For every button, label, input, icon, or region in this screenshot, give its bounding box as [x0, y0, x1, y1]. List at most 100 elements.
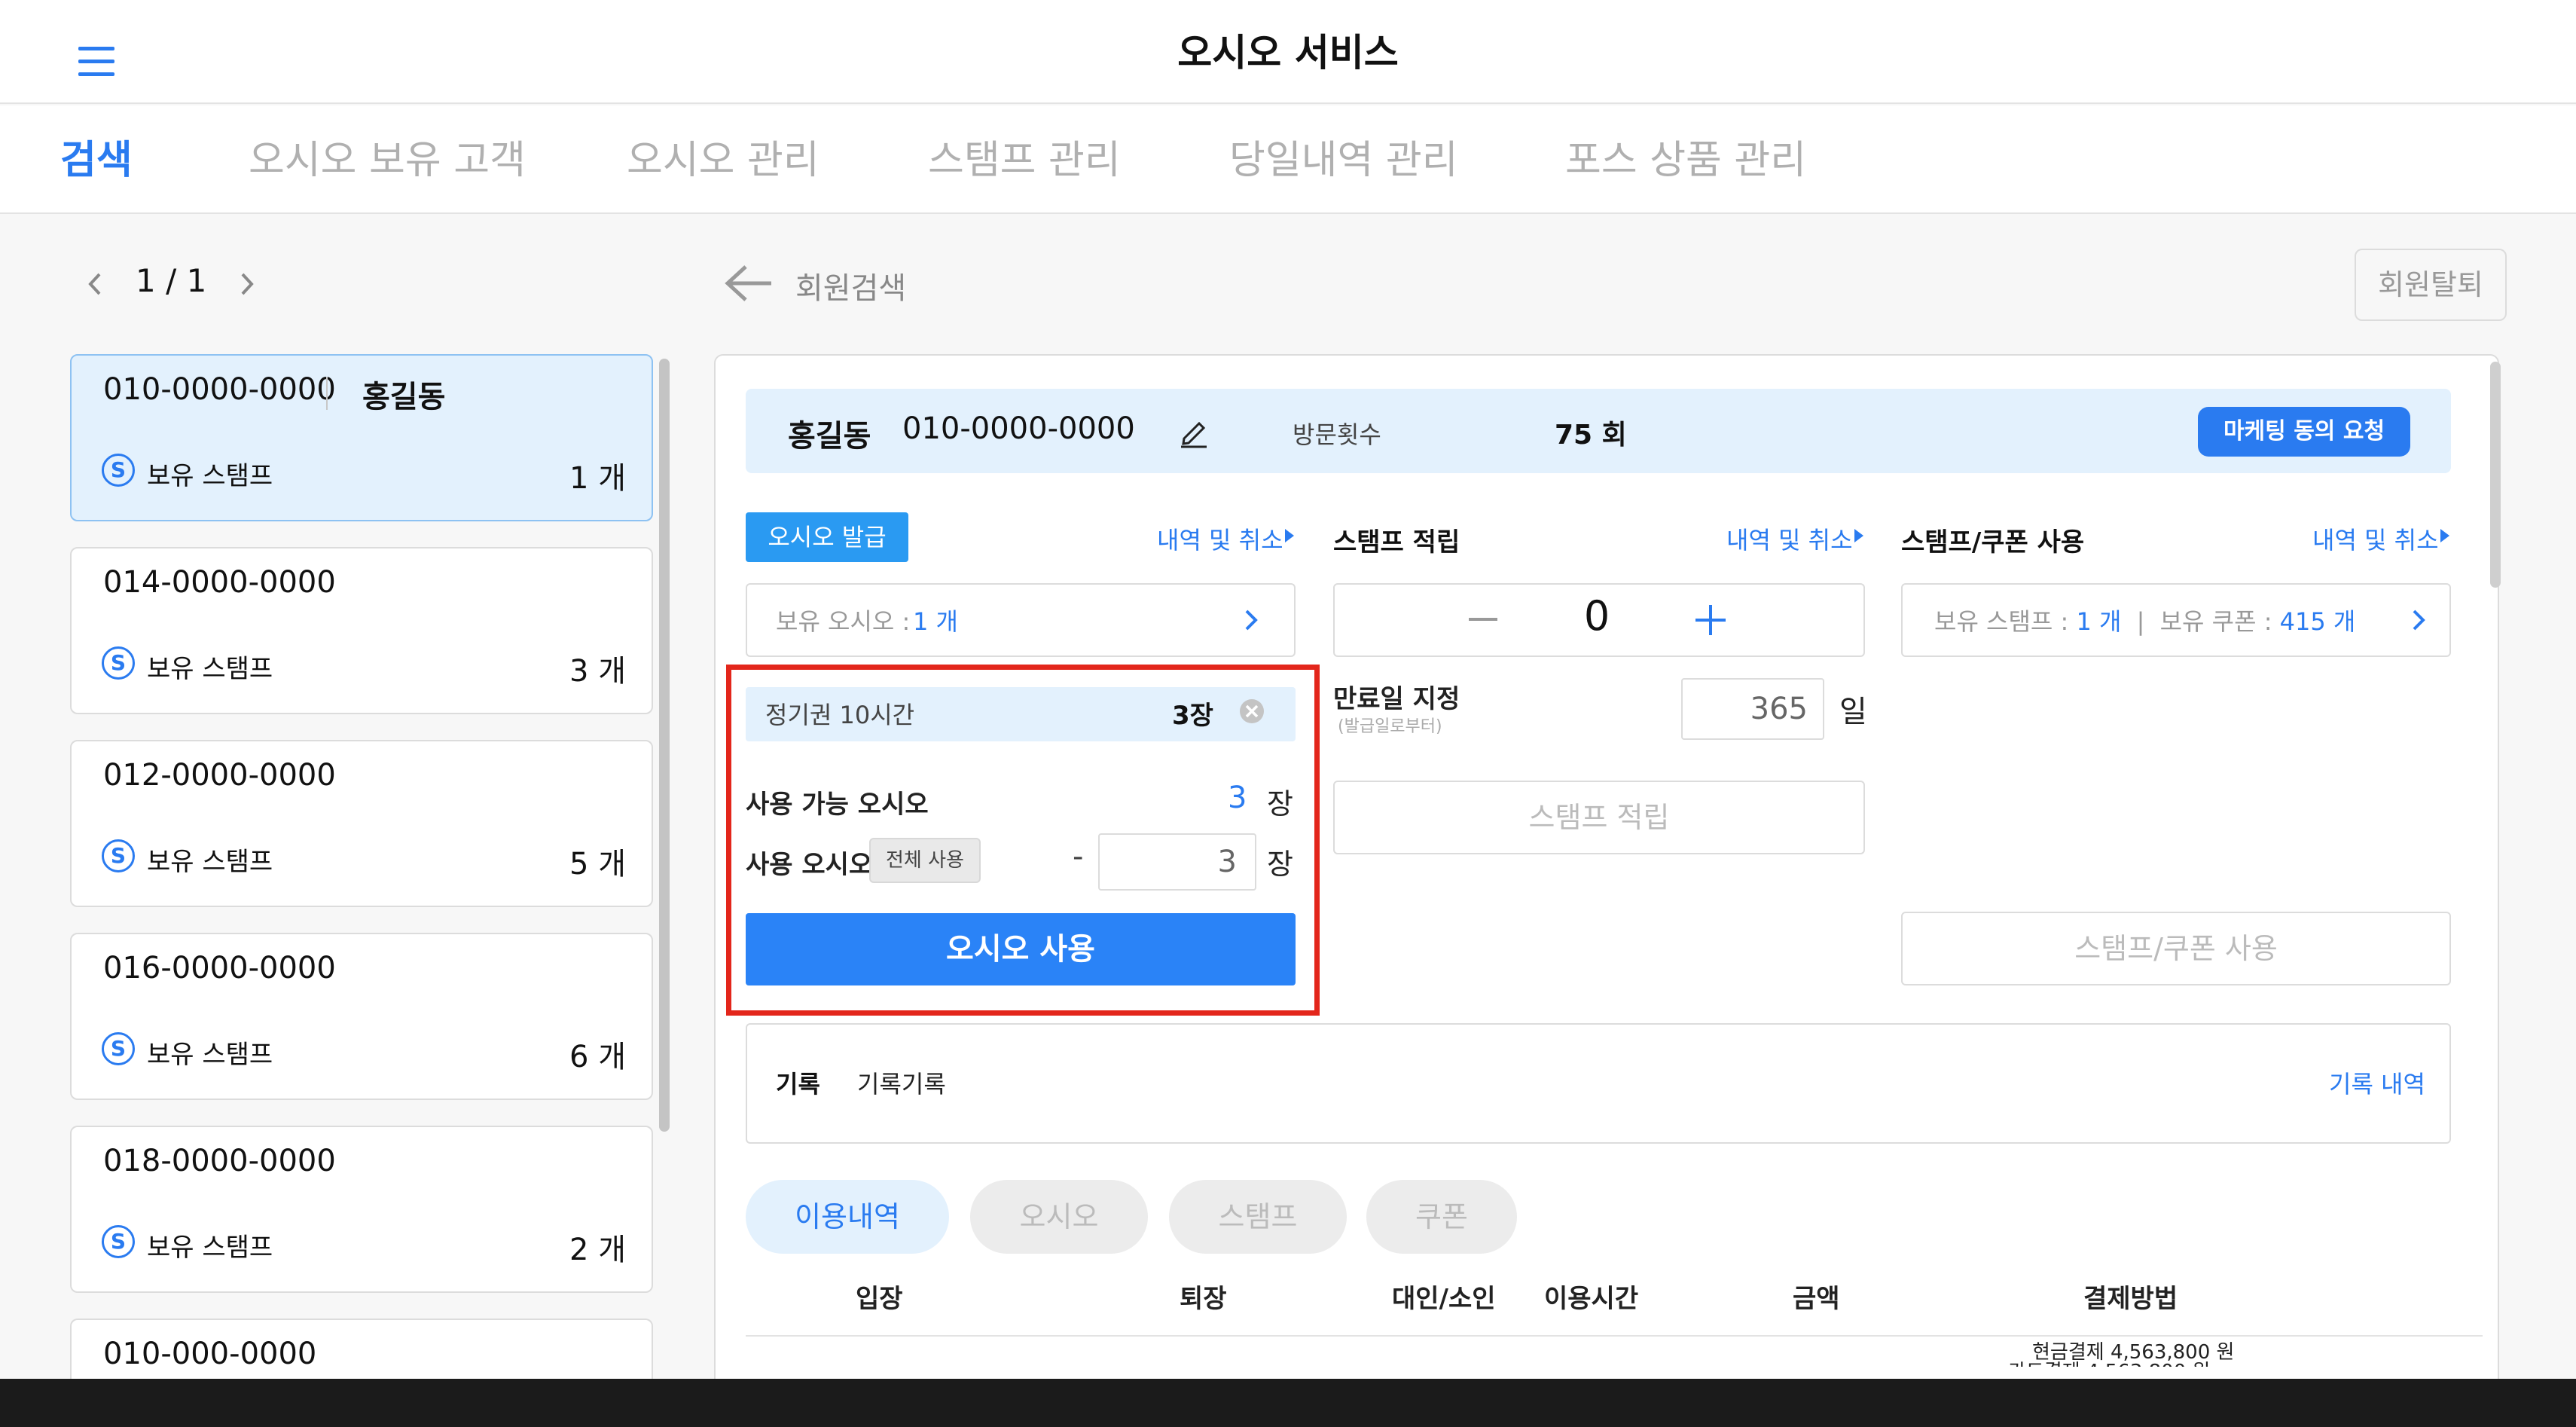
stamp-icon: S	[102, 454, 135, 487]
tab-osio-management[interactable]: 오시오 관리	[627, 128, 819, 185]
column-header-payment: 결제방법	[2083, 1284, 2178, 1314]
stamp-icon: S	[102, 839, 135, 872]
tab-daily-history[interactable]: 당일내역 관리	[1229, 128, 1458, 185]
member-phone: 012-0000-0000	[103, 758, 336, 793]
owned-coupon-label: 보유 쿠폰 :	[2159, 607, 2280, 636]
device-bottom-bar	[0, 1379, 2576, 1427]
use-all-button[interactable]: 전체 사용	[869, 838, 981, 883]
owned-stamp-coupon-summary: 보유 스탬프 : 1 개 | 보유 쿠폰 : 415 개	[1934, 603, 2355, 637]
payment-method-card: 카드결제 4,563,800 원	[2008, 1356, 2210, 1367]
owned-osio-label: 보유 오시오 :	[776, 607, 911, 636]
osio-use-button[interactable]: 오시오 사용	[746, 913, 1296, 985]
stamp-icon: S	[102, 1225, 135, 1258]
stamp-count: 6 개	[569, 1040, 626, 1074]
history-tab-osio[interactable]: 오시오	[970, 1180, 1148, 1254]
triangle-right-icon	[1283, 527, 1296, 544]
history-tab-stamp[interactable]: 스탬프	[1169, 1180, 1347, 1254]
minus-sign: -	[1073, 839, 1084, 874]
member-phone: 014-0000-0000	[103, 565, 336, 600]
member-card[interactable]: 010-0000-0000 홍길동 S 보유 스탬프 1 개	[70, 354, 653, 521]
stamp-earn-button[interactable]: 스탬프 적립	[1333, 781, 1865, 854]
stamp-icon: S	[102, 1032, 135, 1065]
scrollbar-thumb[interactable]	[659, 359, 670, 1132]
triangle-right-icon	[1853, 527, 1865, 544]
stamp-label: 보유 스탬프	[147, 461, 273, 491]
separator: |	[2136, 607, 2145, 636]
unit-label: 장	[1267, 848, 1293, 881]
app-title: 오시오 서비스	[1177, 31, 1399, 75]
coupon-use-title: 스탬프/쿠폰 사용	[1901, 527, 2085, 558]
stamp-count: 5 개	[569, 847, 626, 882]
tab-search[interactable]: 검색	[60, 128, 133, 185]
tab-osio-customers[interactable]: 오시오 보유 고객	[249, 128, 526, 185]
expiry-sublabel: (발급일로부터)	[1338, 717, 1442, 736]
expiry-days-input[interactable]: 365	[1681, 678, 1824, 740]
member-card[interactable]: 018-0000-0000 S 보유 스탬프 2 개	[70, 1126, 653, 1293]
ticket-name: 정기권 10시간	[765, 701, 915, 729]
tab-pos-products[interactable]: 포스 상품 관리	[1565, 128, 1806, 185]
use-osio-label: 사용 오시오	[746, 850, 873, 880]
chevron-right-icon	[2410, 607, 2427, 633]
column-header-adult-child: 대인/소인	[1392, 1284, 1496, 1314]
page-title: 회원검색	[795, 271, 907, 306]
member-name: 홍길동	[362, 380, 446, 414]
history-tab-coupon[interactable]: 쿠폰	[1366, 1180, 1517, 1254]
marketing-consent-button[interactable]: 마케팅 동의 요청	[2198, 407, 2410, 457]
member-name: 홍길동	[788, 419, 871, 454]
memo-label: 기록	[776, 1070, 820, 1099]
stamp-coupon-use-button[interactable]: 스탬프/쿠폰 사용	[1901, 912, 2451, 985]
column-header-amount: 금액	[1793, 1284, 1840, 1314]
close-circle-icon[interactable]	[1238, 698, 1265, 725]
column-header-entry: 입장	[856, 1284, 903, 1314]
plus-icon[interactable]	[1693, 603, 1728, 637]
triangle-right-icon	[2439, 527, 2451, 544]
member-phone: 018-0000-0000	[103, 1144, 336, 1178]
column-header-usage-time: 이용시간	[1544, 1284, 1639, 1314]
pencil-icon[interactable]	[1177, 414, 1211, 449]
use-osio-input[interactable]: 3	[1098, 833, 1256, 891]
owned-stamp-label: 보유 스탬프 :	[1934, 607, 2077, 636]
tab-stamp-management[interactable]: 스탬프 관리	[928, 128, 1121, 185]
osio-history-link[interactable]: 내역 및 취소	[1157, 521, 1283, 556]
withdraw-button[interactable]: 회원탈퇴	[2355, 249, 2507, 321]
stamp-history-link[interactable]: 내역 및 취소	[1726, 521, 1853, 556]
divider	[326, 377, 328, 410]
stamp-label: 보유 스탬프	[147, 847, 273, 877]
stamp-label: 보유 스탬프	[147, 1233, 273, 1263]
stamp-count-value[interactable]: 0	[1567, 592, 1627, 640]
member-phone: 016-0000-0000	[103, 951, 336, 985]
stamp-icon: S	[102, 646, 135, 680]
column-header-exit: 퇴장	[1180, 1284, 1227, 1314]
history-tab-usage[interactable]: 이용내역	[746, 1180, 949, 1254]
memo-history-link[interactable]: 기록 내역	[2329, 1065, 2425, 1100]
ticket-quantity: 3장	[1172, 701, 1213, 731]
member-card[interactable]: 016-0000-0000 S 보유 스탬프 6 개	[70, 933, 653, 1100]
coupon-history-link[interactable]: 내역 및 취소	[2312, 521, 2439, 556]
member-card[interactable]: 012-0000-0000 S 보유 스탬프 5 개	[70, 740, 653, 907]
unit-label: 장	[1267, 787, 1293, 820]
member-phone: 010-0000-0000	[103, 372, 336, 407]
chevron-left-icon[interactable]	[84, 271, 105, 297]
member-card[interactable]: 014-0000-0000 S 보유 스탬프 3 개	[70, 547, 653, 714]
minus-icon[interactable]	[1467, 612, 1499, 627]
arrow-left-icon[interactable]	[725, 264, 774, 303]
chevron-right-icon[interactable]	[237, 271, 258, 297]
stamp-count: 2 개	[569, 1233, 626, 1267]
member-card[interactable]: 010-000-0000	[70, 1319, 653, 1379]
stamp-earn-title: 스탬프 적립	[1333, 527, 1460, 558]
stamp-count: 1 개	[569, 461, 626, 496]
owned-coupon-value: 415 개	[2279, 607, 2356, 636]
scrollbar-thumb[interactable]	[2490, 362, 2501, 588]
available-osio-label: 사용 가능 오시오	[746, 790, 929, 820]
owned-stamp-value: 1 개	[2076, 607, 2122, 636]
day-unit: 일	[1839, 695, 1867, 729]
stamp-label: 보유 스탬프	[147, 1040, 273, 1070]
member-phone: 010-000-0000	[103, 1337, 317, 1371]
page-indicator: 1 / 1	[136, 262, 207, 299]
expiry-label: 만료일 지정	[1333, 684, 1460, 714]
osio-issue-button[interactable]: 오시오 발급	[746, 512, 908, 562]
memo-text: 기록기록	[857, 1070, 946, 1099]
owned-osio-value: 1 개	[913, 607, 958, 636]
visit-count-label: 방문횟수	[1293, 420, 1381, 449]
memo-box	[746, 1023, 2451, 1144]
